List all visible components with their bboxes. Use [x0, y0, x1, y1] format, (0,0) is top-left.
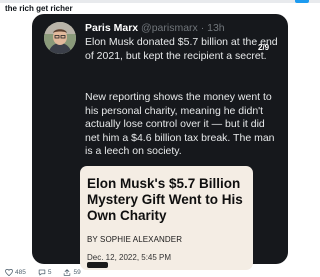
article-byline: BY SOPHIE ALEXANDER: [87, 235, 183, 244]
author-line: Paris Marx @parismarx · 13h: [85, 22, 225, 34]
reply-icon: [38, 269, 46, 276]
action-bar: 485 5 59: [5, 268, 93, 277]
article-headline: Elon Musk's $5.7 Billion Mystery Gift We…: [87, 176, 243, 223]
tweet-paragraph-1: Elon Musk donated $5.7 billion at the en…: [85, 36, 278, 62]
top-accent: [295, 0, 309, 3]
author-handle[interactable]: @parismarx · 13h: [141, 22, 225, 34]
like-count: 485: [15, 269, 26, 276]
avatar-image: [44, 22, 76, 54]
article-date: Dec. 12, 2022, 5:45 PM: [87, 253, 172, 262]
tweet-paragraph-2: New reporting shows the money went to hi…: [85, 91, 275, 157]
post-caption: the rich get richer: [5, 4, 73, 13]
heart-icon: [5, 269, 13, 276]
share-button[interactable]: 59: [63, 269, 81, 276]
like-button[interactable]: 485: [5, 269, 26, 276]
avatar[interactable]: [44, 22, 76, 54]
article-preview-card[interactable]: Elon Musk's $5.7 Billion Mystery Gift We…: [80, 166, 253, 270]
author-name[interactable]: Paris Marx: [85, 22, 138, 34]
reply-button[interactable]: 5: [38, 269, 52, 276]
top-border: [0, 0, 320, 3]
share-count: 59: [73, 269, 81, 276]
reply-count: 5: [47, 269, 52, 276]
share-icon: [64, 269, 71, 276]
